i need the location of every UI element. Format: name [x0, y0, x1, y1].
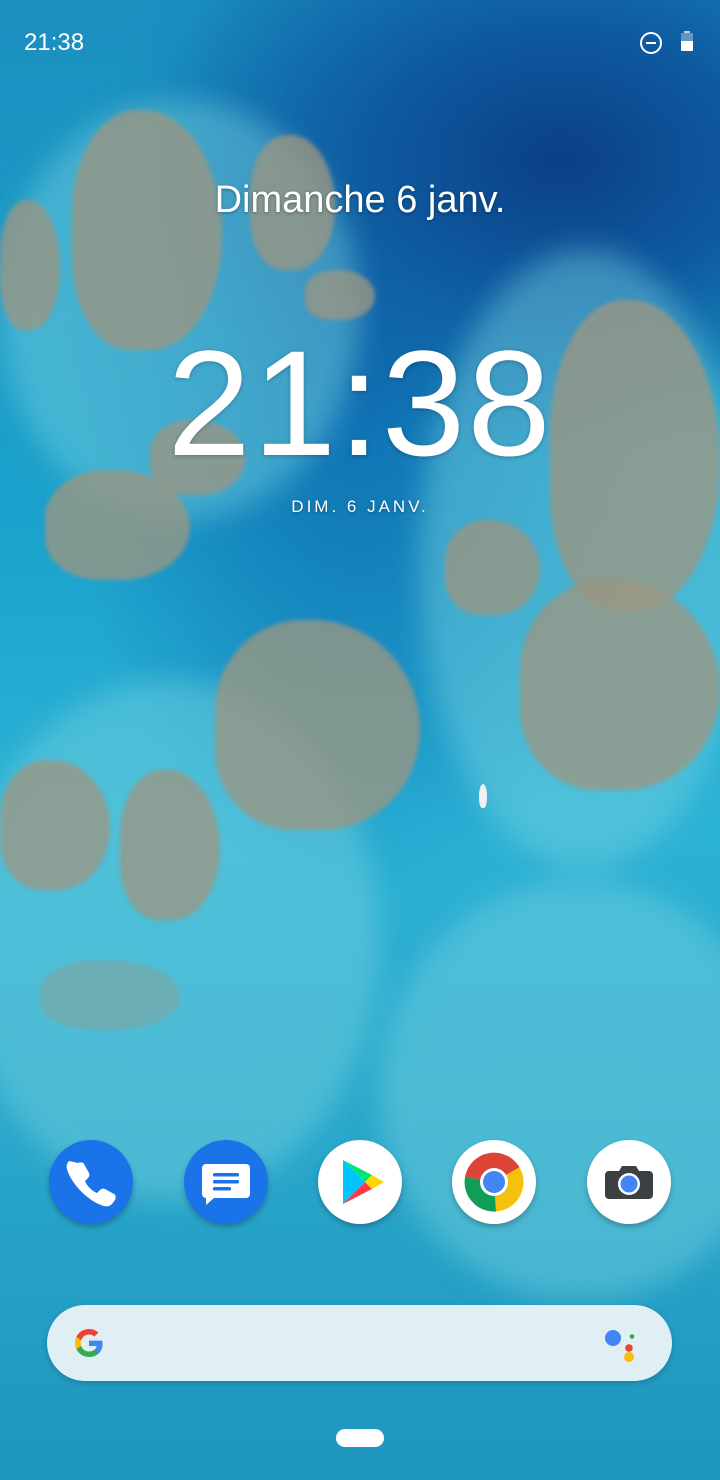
- reef-patch: [445, 520, 540, 615]
- camera-app-button[interactable]: [587, 1140, 671, 1224]
- google-search-bar[interactable]: [47, 1305, 672, 1381]
- home-gesture-handle[interactable]: [336, 1429, 384, 1447]
- play-store-icon: [343, 1160, 384, 1204]
- date-long: Dimanche 6 janv.: [214, 179, 506, 221]
- status-bar-time: 21:38: [24, 29, 85, 56]
- camera-icon: [605, 1166, 653, 1199]
- play-store-app-button[interactable]: [318, 1140, 402, 1224]
- chrome-icon: [464, 1152, 524, 1212]
- reef-patch: [305, 270, 375, 320]
- battery-icon: [681, 31, 693, 51]
- chrome-app-button[interactable]: [452, 1140, 536, 1224]
- wallpaper: [0, 0, 720, 1480]
- boat: [479, 784, 487, 808]
- reef-patch: [215, 620, 420, 830]
- messages-icon: [202, 1164, 250, 1205]
- phone-app-button[interactable]: [49, 1140, 133, 1224]
- shallow-water: [380, 880, 720, 1300]
- do-not-disturb-icon: [640, 32, 662, 54]
- google-assistant-icon[interactable]: [601, 1323, 645, 1367]
- phone-icon: [66, 1161, 116, 1207]
- messages-app-button[interactable]: [184, 1140, 268, 1224]
- reef-patch: [40, 960, 180, 1030]
- google-g-icon: [75, 1329, 103, 1357]
- clock: 21:38: [167, 319, 553, 487]
- date-short: DIM. 6 JANV.: [291, 497, 429, 516]
- reef-patch: [0, 760, 110, 890]
